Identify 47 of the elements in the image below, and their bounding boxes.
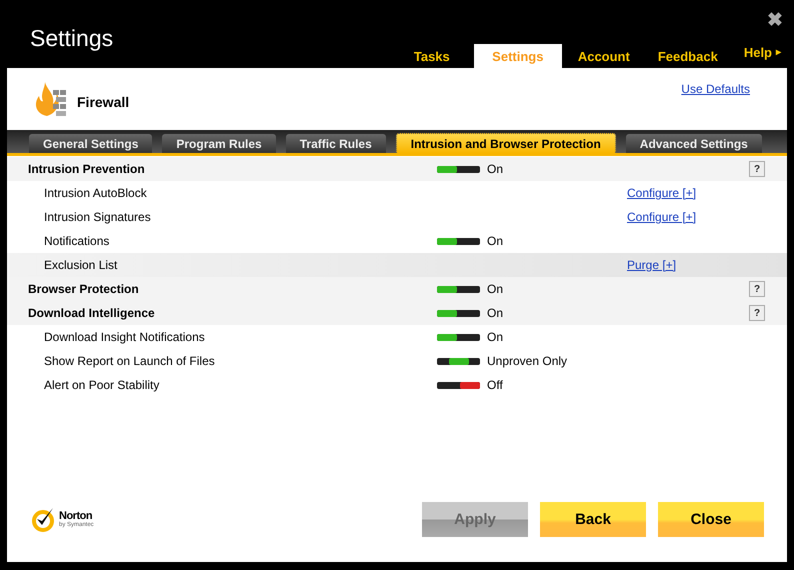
status-text: Unproven Only <box>487 354 568 368</box>
toggle-switch[interactable] <box>437 358 480 364</box>
nav-tab[interactable]: Feedback <box>646 44 730 68</box>
section-tab[interactable]: Intrusion and Browser Protection <box>396 133 616 153</box>
help-button[interactable]: ? <box>749 305 765 321</box>
section-tab[interactable]: Program Rules <box>162 134 276 153</box>
toggle-switch[interactable] <box>437 310 480 316</box>
setting-label: Exclusion List <box>43 258 118 272</box>
setting-label: Show Report on Launch of Files <box>43 354 216 368</box>
page-title: Firewall <box>77 94 130 110</box>
setting-label: Alert on Poor Stability <box>43 378 160 392</box>
status-text: On <box>487 330 504 344</box>
configure-link[interactable]: Configure [+] <box>627 210 696 224</box>
setting-label: Browser Protection <box>27 282 140 296</box>
status-text: Off <box>487 378 503 392</box>
help-menu[interactable]: Help ▸ <box>744 40 787 68</box>
toggle-switch[interactable] <box>437 334 480 340</box>
window-title: Settings <box>30 25 114 52</box>
section-tab[interactable]: Traffic Rules <box>286 134 386 153</box>
close-button[interactable]: ✖ <box>767 8 783 32</box>
setting-label: Intrusion AutoBlock <box>43 186 148 200</box>
toggle-switch[interactable] <box>437 166 480 172</box>
footer-button[interactable]: Close <box>658 502 764 536</box>
setting-label: Download Insight Notifications <box>43 330 206 344</box>
status-text: On <box>487 282 504 296</box>
section-tab[interactable]: General Settings <box>29 134 152 153</box>
footer-button[interactable]: Back <box>540 502 646 536</box>
setting-label: Intrusion Prevention <box>27 162 146 176</box>
help-button[interactable]: ? <box>749 281 765 297</box>
status-text: On <box>487 234 504 248</box>
configure-link[interactable]: Configure [+] <box>627 186 696 200</box>
status-text: On <box>487 162 504 176</box>
setting-label: Download Intelligence <box>27 306 156 320</box>
setting-label: Notifications <box>43 234 110 248</box>
nav-tab[interactable]: Account <box>562 44 646 68</box>
help-button[interactable]: ? <box>749 161 765 177</box>
toggle-switch[interactable] <box>437 238 480 244</box>
logo-name: Norton <box>59 510 94 522</box>
configure-link[interactable]: Purge [+] <box>627 258 676 272</box>
status-text: On <box>487 306 504 320</box>
toggle-switch[interactable] <box>437 286 480 292</box>
setting-label: Intrusion Signatures <box>43 210 152 224</box>
nav-tab[interactable]: Tasks <box>390 44 474 68</box>
flame-wall-icon <box>33 80 67 118</box>
use-defaults-link[interactable]: Use Defaults <box>681 82 750 96</box>
toggle-switch[interactable] <box>437 382 480 388</box>
section-tab[interactable]: Advanced Settings <box>626 134 762 153</box>
